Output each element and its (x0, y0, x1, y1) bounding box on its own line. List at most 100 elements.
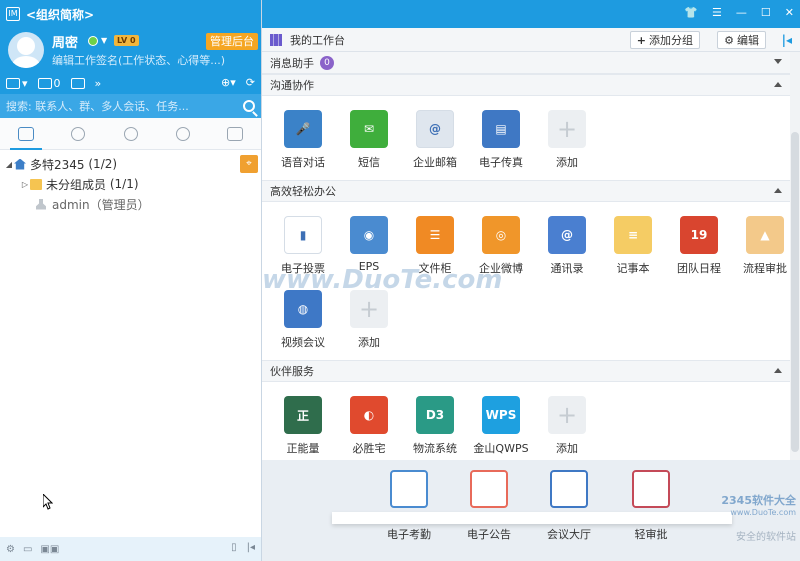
app-icon: @ (548, 216, 586, 254)
app-icon: ◐ (350, 396, 388, 434)
avatar[interactable] (8, 32, 44, 68)
add-contact-button[interactable]: ⊕▾ (221, 76, 236, 89)
app-tile[interactable]: ◐ 必胜宅 (336, 392, 402, 466)
tab-organization[interactable] (0, 118, 52, 150)
app-tile[interactable]: ▲ 流程审批 (732, 212, 798, 286)
more-button[interactable]: » (95, 77, 102, 90)
mouse-cursor-icon (43, 494, 53, 510)
dock-item[interactable]: 电子考勤 (374, 470, 444, 542)
edit-label: 编辑 (737, 34, 759, 47)
app-tile[interactable]: + 添加 (336, 286, 402, 360)
add-group-label: 添加分组 (649, 34, 693, 47)
edit-button[interactable]: ⚙ 编辑 (717, 31, 766, 49)
mobile-icon[interactable]: ▯ (231, 542, 237, 553)
app-tile[interactable]: ▤ 电子传真 (468, 106, 534, 180)
section-messages[interactable]: 消息助手 0 (262, 52, 800, 74)
location-pin-icon[interactable]: ⌖ (240, 155, 258, 173)
tree-member-label: admin（管理员） (52, 197, 150, 212)
app-tile[interactable]: ✉ 短信 (336, 106, 402, 180)
app-tile[interactable]: ◍ 视频会议 (270, 286, 336, 360)
watermark-slogan: 安全的软件站 (736, 532, 796, 543)
app-icon: 正 (284, 396, 322, 434)
app-label: 金山QWPS (473, 442, 529, 455)
admin-console-button[interactable]: 管理后台 (206, 33, 258, 50)
status-dropdown-icon[interactable]: ▼ (101, 36, 107, 45)
app-tile[interactable]: WPS 金山QWPS (468, 392, 534, 466)
notes-button[interactable] (70, 77, 85, 89)
section-communication[interactable]: 沟通协作 (262, 74, 800, 96)
app-tile[interactable]: 正正能量 (270, 392, 336, 466)
scrollbar-thumb[interactable] (791, 132, 799, 452)
collapse-icon[interactable] (774, 368, 782, 373)
dock-label: 轻审批 (634, 528, 668, 541)
maximize-icon[interactable]: ☐ (761, 6, 771, 19)
screen-icon[interactable]: ▣▣ (40, 544, 59, 555)
app-icon: ☰ (416, 216, 454, 254)
minimize-icon[interactable]: — (736, 6, 747, 19)
add-app-icon: + (548, 110, 586, 148)
chat-icon[interactable]: ▭ (23, 544, 32, 555)
message-count-badge: 0 (320, 55, 334, 70)
online-status-icon[interactable] (88, 36, 98, 46)
search-icon[interactable] (243, 100, 255, 112)
search-bar (0, 94, 261, 118)
scrollbar[interactable] (790, 52, 800, 464)
dock-bar: 电子考勤 电子公告 会议大厅 轻审批 (262, 460, 800, 561)
section-title: 高效轻松办公 (270, 185, 336, 198)
tab-recent[interactable] (157, 118, 209, 149)
settings-icon[interactable]: ⚙ (6, 544, 15, 555)
section-title: 伙伴服务 (270, 365, 314, 378)
app-tile[interactable]: + 添加 (534, 392, 600, 466)
mail-count: 0 (53, 76, 61, 90)
app-tile[interactable]: @ 通讯录 (534, 212, 600, 286)
title-bar: IM <组织简称> (0, 0, 261, 28)
tree-node-root[interactable]: ◢ 多特2345 (1/2) ⌖ (0, 154, 261, 174)
menu-icon[interactable]: ☰ (712, 6, 722, 19)
app-tile[interactable]: D3 物流系统 (402, 392, 468, 466)
tree-node-group[interactable]: ▷ 未分组成员 (1/1) (0, 174, 261, 194)
app-tile[interactable]: + 添加 (534, 106, 600, 180)
collapse-icon[interactable] (774, 82, 782, 87)
profile-header: 周密 ▼ LV 0 编辑工作签名(工作状态、心得等...) 管理后台 (0, 28, 261, 72)
app-tile[interactable]: 19 团队日程 (666, 212, 732, 286)
app-tile[interactable]: @ 企业邮箱 (402, 106, 468, 180)
org-tree: ◢ 多特2345 (1/2) ⌖ ▷ 未分组成员 (1/1) admin（管理员… (0, 150, 261, 214)
signature-field[interactable]: 编辑工作签名(工作状态、心得等...) (52, 52, 225, 68)
tab-contacts[interactable] (52, 118, 104, 149)
skin-icon[interactable]: 👕 (684, 6, 698, 19)
app-icon: ▲ (746, 216, 784, 254)
search-input[interactable] (6, 99, 243, 113)
section-partners[interactable]: 伙伴服务 (262, 360, 800, 382)
tab-chats[interactable] (104, 118, 156, 149)
org-name[interactable]: <组织简称> (26, 6, 94, 23)
add-app-icon: + (350, 290, 388, 328)
add-group-button[interactable]: + 添加分组 (629, 31, 700, 49)
collapse-icon[interactable]: ◢ (4, 160, 14, 169)
app-tile[interactable]: 🎤 语音对话 (270, 106, 336, 180)
dock-item[interactable]: 电子公告 (454, 470, 524, 542)
close-icon[interactable]: ✕ (785, 6, 794, 19)
mail-count-button[interactable]: 0 (37, 76, 61, 90)
dock-label: 电子考勤 (387, 528, 431, 541)
app-label: 正能量 (286, 442, 320, 455)
section-office[interactable]: 高效轻松办公 (262, 180, 800, 202)
app-label: 添加 (358, 336, 380, 349)
collapse-workspace-icon[interactable]: |◂ (782, 33, 792, 47)
mail-button[interactable]: ▾ (6, 77, 28, 90)
tab-messages[interactable] (209, 118, 261, 149)
expand-icon[interactable] (774, 59, 782, 64)
tree-node-member[interactable]: admin（管理员） (0, 194, 261, 214)
contact-tabs (0, 118, 261, 150)
refresh-button[interactable]: ⟳ (246, 76, 255, 89)
clock-icon (175, 126, 190, 141)
dock-item[interactable]: 轻审批 (616, 470, 686, 542)
collapse-panel-icon[interactable]: |◂ (247, 542, 255, 553)
app-tile[interactable]: ≡ 记事本 (600, 212, 666, 286)
collapse-icon[interactable] (774, 188, 782, 193)
dock-item[interactable]: 会议大厅 (534, 470, 604, 542)
envelope-icon (226, 126, 243, 141)
app-label: 电子传真 (479, 156, 523, 169)
expand-icon[interactable]: ▷ (20, 180, 30, 189)
app-icon: @ (416, 110, 454, 148)
app-icon: ◎ (482, 216, 520, 254)
